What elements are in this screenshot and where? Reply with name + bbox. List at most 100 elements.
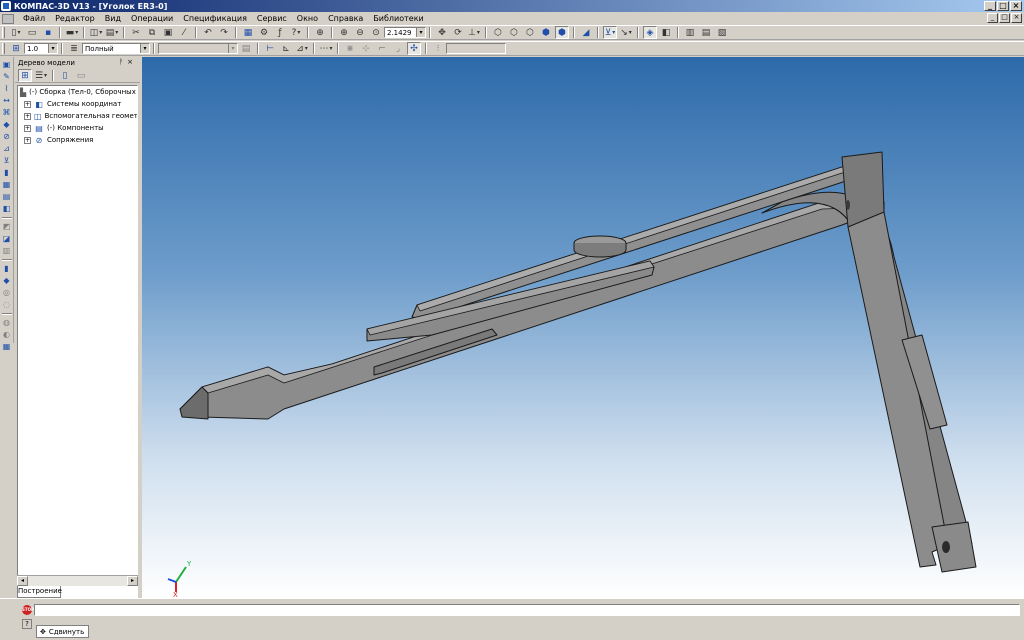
geometry-icon[interactable]: ⌇ xyxy=(1,83,12,94)
upper-bar[interactable] xyxy=(411,166,883,320)
show-all-icon[interactable]: ◈ xyxy=(643,26,657,39)
filters-icon[interactable]: ⊻ xyxy=(1,155,12,166)
report-icon[interactable]: ▤ xyxy=(1,191,12,202)
halftone-icon[interactable]: ⬢ xyxy=(539,26,553,39)
maximize-button[interactable]: □ xyxy=(997,1,1009,11)
zoom-out-icon[interactable]: ⊖ xyxy=(353,26,367,39)
sketch-icon[interactable]: ✎ xyxy=(1,71,12,82)
perspective-icon[interactable]: ◢ xyxy=(579,26,593,39)
library-icon[interactable]: ▦ xyxy=(1,341,12,352)
scroll-left-icon[interactable]: ◂ xyxy=(17,576,28,586)
redo-icon[interactable]: ↷ xyxy=(217,26,231,39)
model-viewport[interactable]: Y X xyxy=(142,57,1024,598)
sheet-metal-icon[interactable]: ◩ xyxy=(1,221,12,232)
menu-window[interactable]: Окно xyxy=(292,14,323,23)
designations-icon[interactable]: ⌘ xyxy=(1,107,12,118)
menu-help[interactable]: Справка xyxy=(323,14,368,23)
hook-end[interactable] xyxy=(179,386,209,420)
tree-display-icon[interactable]: ▭ xyxy=(74,69,88,82)
variables-icon[interactable]: ⚙ xyxy=(257,26,271,39)
expand-icon[interactable]: + xyxy=(24,124,31,132)
help-icon[interactable]: ? xyxy=(22,619,32,629)
pan-icon[interactable]: ✥ xyxy=(435,26,449,39)
hole-icon[interactable]: ◌ xyxy=(1,299,12,310)
cut-assembly-icon[interactable]: ◎ xyxy=(1,287,12,298)
open-folder-icon[interactable]: ▭ xyxy=(25,26,39,39)
menu-libraries[interactable]: Библиотеки xyxy=(368,14,428,23)
thin-hidden-lines-icon[interactable]: ⬡ xyxy=(523,26,537,39)
scroll-right-icon[interactable]: ▸ xyxy=(127,576,138,586)
zoom-scale-icon[interactable]: ⊙ xyxy=(369,26,383,39)
context-help-icon[interactable]: ? xyxy=(289,26,303,39)
new-document-icon[interactable]: ▯ xyxy=(9,26,23,39)
layer-combo[interactable]: ▾ xyxy=(158,43,238,54)
tree-structure-icon[interactable]: ⊞ xyxy=(18,69,32,82)
document-icon[interactable] xyxy=(2,13,14,24)
stop-icon[interactable]: STOP xyxy=(22,605,34,615)
tree-item[interactable]: + ◫ Вспомогательная геометрия xyxy=(18,110,137,122)
save-icon[interactable]: ▪ xyxy=(41,26,55,39)
rotate-icon[interactable]: ⟳ xyxy=(451,26,465,39)
tree-horizontal-scrollbar[interactable]: ◂ ▸ xyxy=(17,575,138,586)
chevron-down-icon[interactable]: ▾ xyxy=(140,44,149,53)
axes-icon[interactable]: ⊾ xyxy=(279,42,293,55)
ortho-mode-icon[interactable]: ✣ xyxy=(407,42,421,55)
wireframe-icon[interactable]: ⬡ xyxy=(491,26,505,39)
grid-icon[interactable]: ⋯ xyxy=(319,42,333,55)
tree-item[interactable]: + ⊘ Сопряжения xyxy=(18,134,137,146)
format-brush-icon[interactable]: ⁄ xyxy=(177,26,191,39)
tree-filter-icon[interactable]: ▯ xyxy=(58,69,72,82)
menu-edit[interactable]: Редактор xyxy=(50,14,100,23)
tree-item[interactable]: + ◧ Системы координат xyxy=(18,98,137,110)
component-icon[interactable]: ◆ xyxy=(1,119,12,130)
weld-icon[interactable]: ◍ xyxy=(1,317,12,328)
doc-close-button[interactable]: × xyxy=(1011,13,1022,23)
filter-icon[interactable]: ⊻ xyxy=(603,26,617,39)
panel-close-icon[interactable]: × xyxy=(127,58,137,66)
undo-icon[interactable]: ↶ xyxy=(201,26,215,39)
preview-icon[interactable]: ◫ xyxy=(89,26,103,39)
hidden-lines-icon[interactable]: ⬡ xyxy=(507,26,521,39)
array-icon[interactable]: ▥ xyxy=(1,245,12,256)
pan-status-button[interactable]: ✥ Сдвинуть xyxy=(36,625,90,638)
chevron-down-icon[interactable]: ▾ xyxy=(48,44,57,53)
library-manager-icon[interactable]: ▦ xyxy=(241,26,255,39)
line-style-icon[interactable]: ≣ xyxy=(67,42,81,55)
bolt-icon[interactable]: ▮ xyxy=(1,263,12,274)
part-icon[interactable]: ◆ xyxy=(1,275,12,286)
tree-item[interactable]: + ▤ (-) Компоненты xyxy=(18,122,137,134)
layout-icon[interactable]: ◐ xyxy=(1,329,12,340)
surfaces-icon[interactable]: ◪ xyxy=(1,233,12,244)
report-icon[interactable]: ▧ xyxy=(715,26,729,39)
paste-icon[interactable]: ▣ xyxy=(161,26,175,39)
round-icon[interactable]: ⌟ xyxy=(391,42,405,55)
foot-hole[interactable] xyxy=(942,541,950,553)
menu-specification[interactable]: Спецификация xyxy=(178,14,252,23)
print-icon[interactable]: ▬ xyxy=(65,26,79,39)
scale-combo[interactable]: 1.0 ▾ xyxy=(24,43,58,54)
doc-restore-button[interactable]: □ xyxy=(999,13,1010,23)
toolbar-grip[interactable] xyxy=(2,43,5,54)
leg-foot[interactable] xyxy=(931,521,977,573)
close-button[interactable]: × xyxy=(1010,1,1022,11)
menu-file[interactable]: Файл xyxy=(18,14,50,23)
dimensions-icon[interactable]: ↔ xyxy=(1,95,12,106)
function-icon[interactable]: ƒ xyxy=(273,26,287,39)
line-style-combo[interactable]: Полный ▾ xyxy=(82,43,150,54)
spec-icon[interactable]: ▦ xyxy=(1,179,12,190)
snap-angle-icon[interactable]: ⌐ xyxy=(375,42,389,55)
assembly-model[interactable]: Y X xyxy=(142,57,1024,598)
expand-icon[interactable]: + xyxy=(24,112,31,120)
tab-construction[interactable]: Построение xyxy=(17,586,62,598)
chevron-down-icon[interactable]: ▾ xyxy=(416,28,425,37)
doc-minimize-button[interactable]: _ xyxy=(987,13,998,23)
ortho-icon[interactable]: ⊿ xyxy=(295,42,309,55)
toolbar-grip[interactable] xyxy=(2,27,5,38)
tree-item[interactable]: ▙ (-) Сборка (Тел-0, Сборочных е xyxy=(18,86,137,98)
section-icon[interactable]: ◧ xyxy=(659,26,673,39)
halftone-edges-icon[interactable]: ⬢ xyxy=(555,26,569,39)
expand-icon[interactable]: + xyxy=(24,136,31,144)
chevron-down-icon[interactable]: ▾ xyxy=(228,44,237,53)
zoom-scale-combo[interactable]: 2.1429 ▾ xyxy=(384,27,426,38)
cut-icon[interactable]: ✂ xyxy=(129,26,143,39)
